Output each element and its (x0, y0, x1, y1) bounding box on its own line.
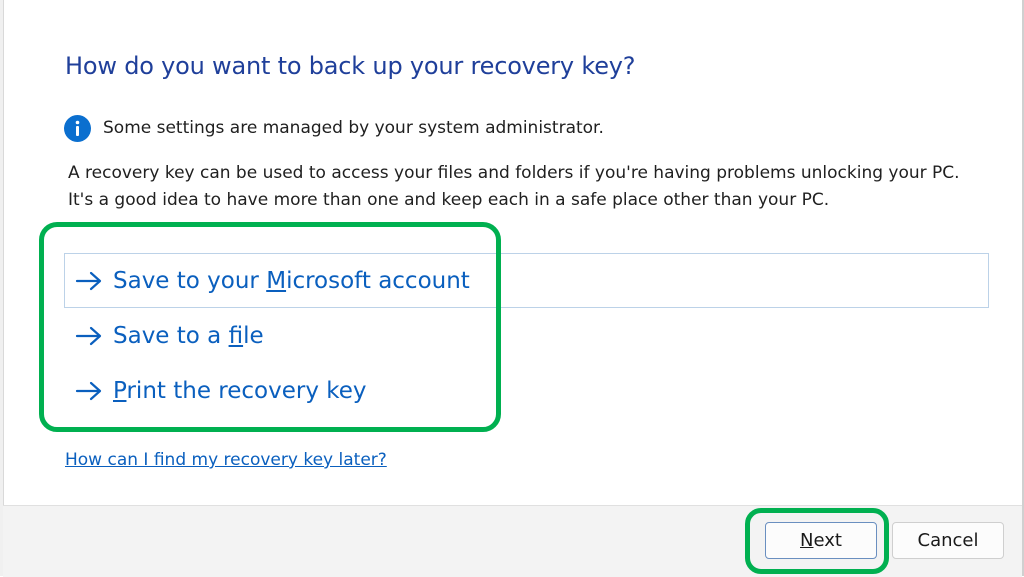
arrow-right-icon (75, 271, 102, 290)
option-label: Print the recovery key (113, 377, 367, 404)
arrow-right-icon (75, 381, 102, 400)
info-icon (64, 114, 91, 142)
recovery-key-help-link[interactable]: How can I find my recovery key later? (65, 450, 387, 470)
cancel-button[interactable]: Cancel (892, 522, 1004, 559)
backup-options-list: Save to your Microsoft account Save to a… (64, 253, 989, 418)
option-label: Save to a file (113, 322, 264, 349)
option-print-recovery-key[interactable]: Print the recovery key (64, 363, 989, 418)
arrow-right-icon (75, 326, 102, 345)
window-left-edge (0, 0, 4, 576)
option-save-microsoft-account[interactable]: Save to your Microsoft account (64, 253, 989, 308)
next-button[interactable]: Next (765, 522, 877, 559)
option-save-to-file[interactable]: Save to a file (64, 308, 989, 363)
admin-info-notice: Some settings are managed by your system… (64, 114, 604, 142)
page-title: How do you want to back up your recovery… (65, 52, 636, 80)
option-label: Save to your Microsoft account (113, 267, 470, 294)
info-text: Some settings are managed by your system… (103, 118, 604, 138)
description-line-1: A recovery key can be used to access you… (68, 163, 960, 183)
description-line-2: It's a good idea to have more than one a… (68, 190, 830, 210)
next-button-label: Next (800, 530, 842, 551)
description: A recovery key can be used to access you… (68, 160, 1008, 214)
